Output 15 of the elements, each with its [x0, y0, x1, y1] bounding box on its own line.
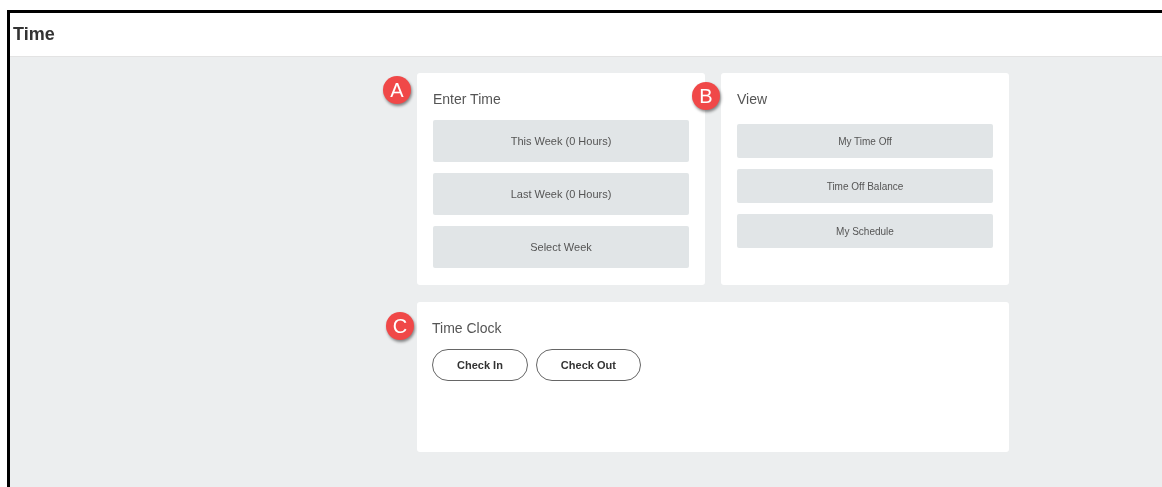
menu-button[interactable]: Time Off Balance	[737, 169, 993, 203]
annotation-badge: A	[383, 76, 411, 104]
annotation-badge: C	[386, 312, 414, 340]
card-title: View	[737, 90, 769, 109]
menu-button[interactable]: My Time Off	[737, 124, 993, 158]
menu-button[interactable]: Last Week (0 Hours)	[433, 173, 689, 215]
pill-button[interactable]: Check In	[432, 349, 528, 381]
menu-button[interactable]: This Week (0 Hours)	[433, 120, 689, 162]
annotation-badge: B	[692, 82, 720, 110]
card-title: Enter Time	[433, 90, 502, 109]
card-title: Time Clock	[432, 319, 503, 338]
menu-button[interactable]: Select Week	[433, 226, 689, 268]
page-title: Time	[13, 23, 55, 46]
pill-button[interactable]: Check Out	[535, 349, 641, 381]
menu-button[interactable]: My Schedule	[737, 214, 993, 248]
